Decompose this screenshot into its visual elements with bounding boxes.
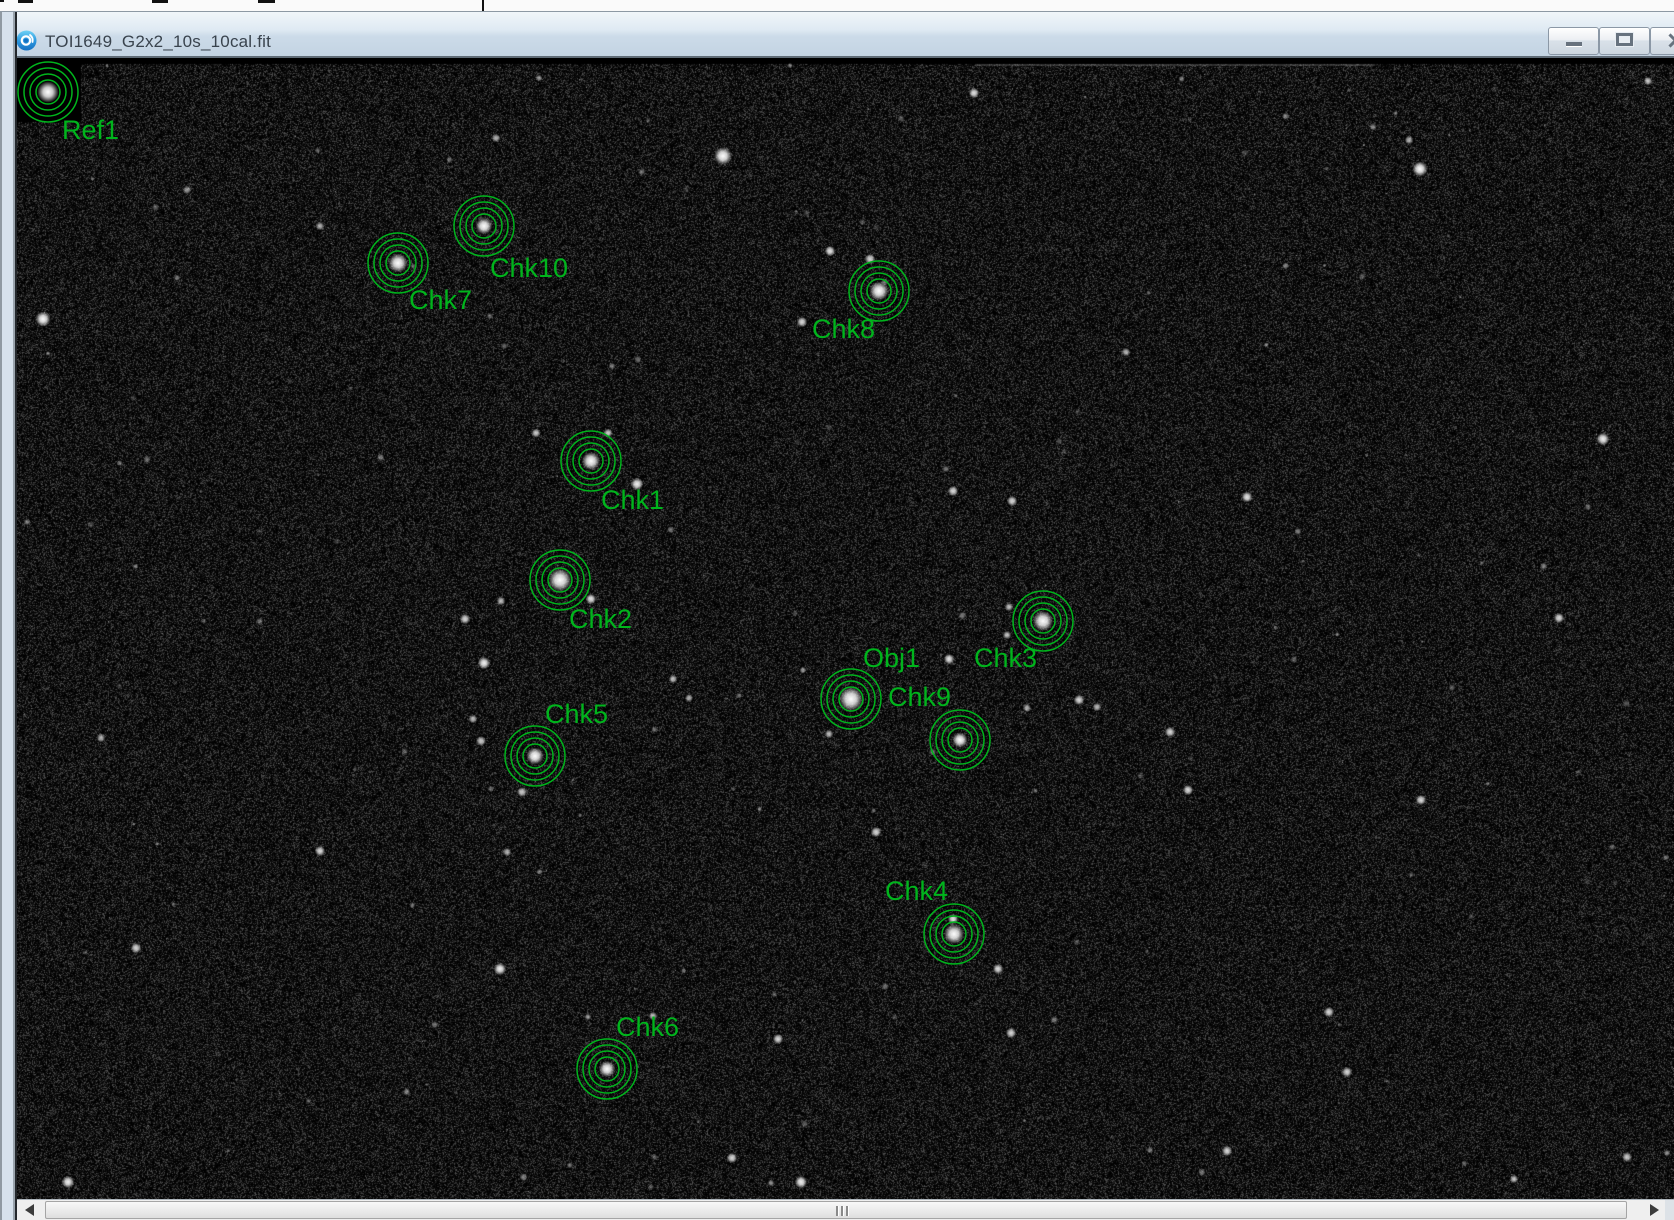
- window-title: TOI1649_G2x2_10s_10cal.fit: [45, 32, 271, 52]
- aperture-label-chk7: Chk7: [409, 287, 472, 314]
- minimize-button[interactable]: [1548, 27, 1599, 55]
- maxim-dl-icon: [16, 30, 37, 51]
- close-button[interactable]: [1650, 27, 1674, 55]
- aperture-chk10[interactable]: [451, 193, 517, 259]
- scrollbar-corner: [1665, 1200, 1674, 1220]
- close-icon: [1651, 28, 1674, 54]
- window-left-border: [2, 12, 13, 1220]
- aperture-chk6[interactable]: [574, 1036, 640, 1102]
- aperture-chk4[interactable]: [921, 901, 987, 967]
- aperture-label-chk3: Chk3: [974, 645, 1037, 672]
- aperture-label-chk10: Chk10: [490, 255, 568, 282]
- scroll-left-arrow-icon: [25, 1204, 34, 1216]
- aperture-label-chk2: Chk2: [569, 606, 632, 633]
- horizontal-scrollbar[interactable]: [17, 1199, 1674, 1220]
- aperture-label-obj1: Obj1: [863, 645, 920, 672]
- fits-viewport[interactable]: Ref1 Chk10 Chk7 Chk8 Chk1 Chk2 Chk3 Obj1 Chk9 Chk…: [17, 58, 1674, 1199]
- aperture-label-chk9: Chk9: [888, 684, 951, 711]
- aperture-chk5[interactable]: [502, 723, 568, 789]
- aperture-label-chk1: Chk1: [601, 487, 664, 514]
- aperture-chk9[interactable]: [927, 707, 993, 773]
- screen: TOI1649_G2x2_10s_10cal.fit Ref1 Chk10 Chk7…: [0, 0, 1674, 1220]
- aperture-label-chk4: Chk4: [885, 878, 948, 905]
- desktop-fragment-strip: [0, 0, 1674, 11]
- ui-fragment: [18, 0, 33, 3]
- aperture-label-chk6: Chk6: [616, 1014, 679, 1041]
- minimize-icon: [1566, 42, 1582, 47]
- ui-fragment: [0, 0, 4, 2]
- maximize-icon: [1616, 33, 1633, 46]
- scroll-right-arrow-icon: [1650, 1204, 1659, 1216]
- ui-fragment: [482, 0, 484, 11]
- scroll-left-button[interactable]: [17, 1200, 45, 1220]
- aperture-obj1[interactable]: [818, 666, 884, 732]
- scroll-right-button[interactable]: [1644, 1200, 1665, 1220]
- title-bar: TOI1649_G2x2_10s_10cal.fit: [0, 12, 1674, 58]
- scrollbar-thumb[interactable]: [45, 1201, 1627, 1219]
- fits-image[interactable]: [17, 58, 1674, 1199]
- thumb-grip-icon: [836, 1206, 850, 1216]
- aperture-label-ref1: Ref1: [62, 117, 119, 144]
- aperture-label-chk5: Chk5: [545, 701, 608, 728]
- aperture-label-chk8: Chk8: [812, 316, 875, 343]
- maximize-button[interactable]: [1599, 27, 1650, 55]
- ui-fragment: [258, 0, 275, 3]
- ui-fragment: [152, 0, 168, 3]
